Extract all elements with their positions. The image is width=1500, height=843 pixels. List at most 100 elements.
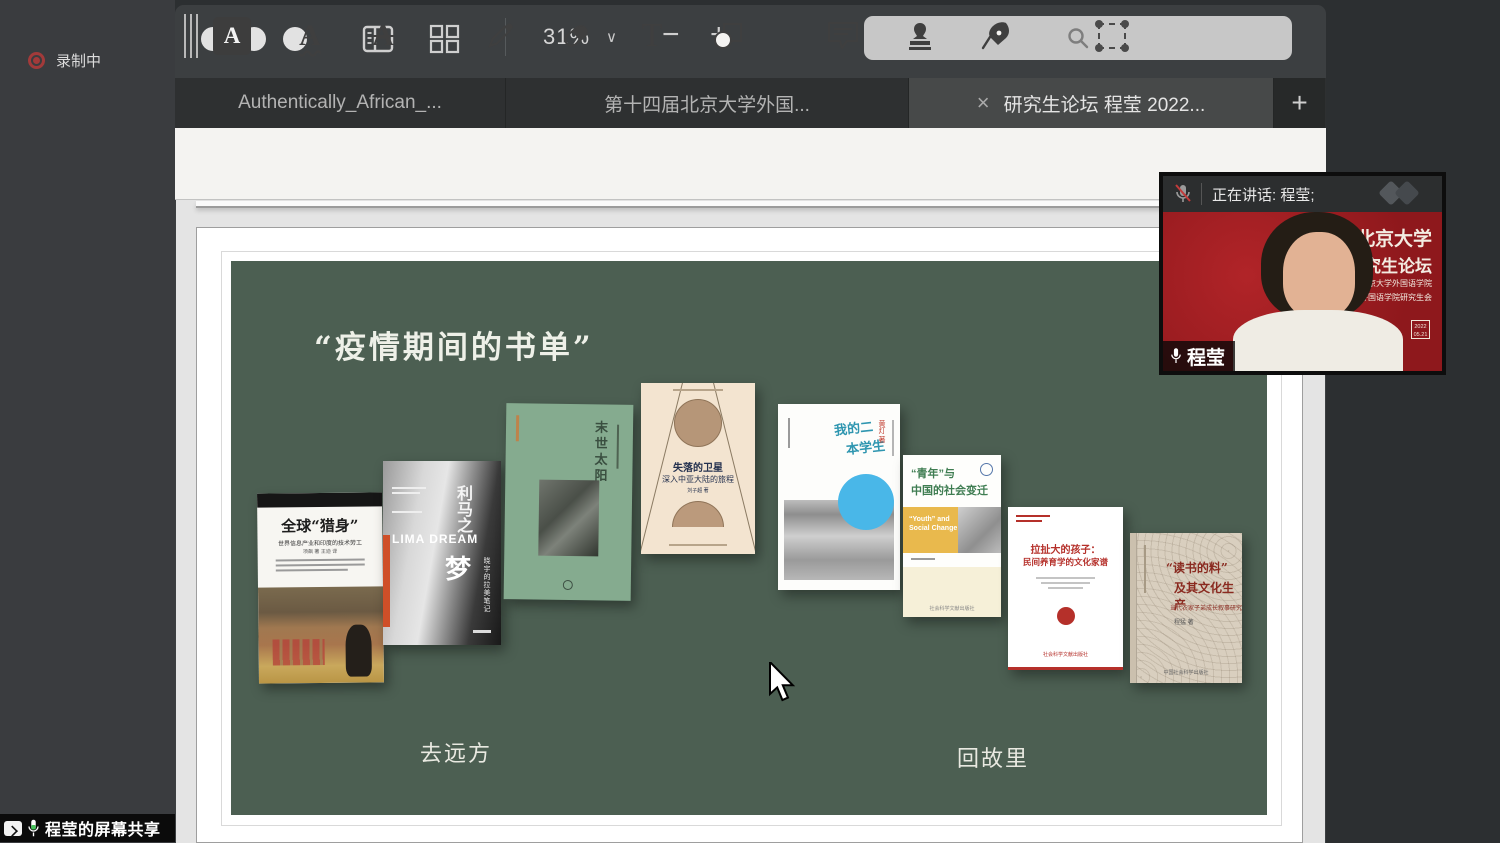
book-cover-material-for-study: “读书的料” 及其文化生产 当代农家子弟成长叙事研究 程猛 著 中国社会科学出版… — [1130, 533, 1242, 683]
book-english-title: LIMA DREAM — [392, 533, 478, 546]
stamp-button[interactable] — [898, 0, 942, 72]
cover-corner-mark — [516, 415, 519, 441]
publisher-logo — [562, 580, 572, 590]
new-tab-button[interactable]: + — [1274, 78, 1325, 128]
highlight-text-button[interactable]: A — [288, 0, 332, 72]
markup-toolbar — [175, 128, 1326, 200]
eraser-button[interactable] — [554, 0, 598, 72]
pen-nib-icon — [978, 19, 1014, 53]
book-cover-my-second-tier-students: 我的二 本学生 黄灯 著 — [778, 404, 900, 590]
eraser-icon — [559, 20, 593, 52]
screen-share-label: 程莹的屏幕共享 — [45, 816, 161, 840]
sketch-button[interactable] — [478, 0, 522, 72]
tab-graduate-forum-active[interactable]: × 研究生论坛 程莹 2022... — [909, 78, 1274, 128]
zoom-dropdown-chevron-icon[interactable]: ∨ — [606, 28, 617, 46]
book-cover-children-brought-up: 拉扯大的孩子： 民间养育学的文化家谱 社会科学文献出版社 — [1008, 507, 1123, 670]
overlay-titlebar: 正在讲话: 程莹; — [1163, 176, 1442, 212]
video-bg-text: 外国语学院研究生会 — [1360, 292, 1432, 303]
tab-close-icon[interactable]: × — [977, 90, 990, 116]
participant-face — [1283, 232, 1355, 318]
cover-red-stripe — [383, 535, 390, 627]
book-cover-youth-and-social-change: “青年”与 中国的社会变迁 “Youth” and Social Change … — [903, 455, 1001, 617]
cover-spine — [1130, 533, 1137, 683]
signature-button[interactable] — [974, 0, 1018, 72]
cover-photo — [958, 507, 1001, 553]
desktop-left-strip — [0, 0, 175, 843]
publisher-name: 中国社会科学出版社 — [1130, 669, 1242, 676]
book-cover-green-travelogue: 末世太阳 — [504, 403, 634, 601]
book-cover-lima-dream: LIMA DREAM 利马之 梦 晓宇的拉美笔记 — [383, 461, 501, 645]
overlay-divider — [1201, 183, 1202, 205]
publisher-logo — [980, 463, 993, 476]
cover-photo — [258, 586, 384, 683]
book-subtitle: 当代农家子弟成长叙事研究 — [1170, 603, 1242, 612]
mic-muted-icon — [1173, 183, 1193, 205]
book-title: 中国的社会变迁 — [911, 482, 988, 498]
shapes-icon — [711, 20, 747, 52]
book-title: “青年”与 — [911, 465, 955, 481]
book-title-char: 梦 — [445, 549, 471, 586]
tab-authentically-african[interactable]: Authentically_African_... — [175, 78, 506, 128]
cover-dome — [672, 501, 724, 527]
search-icon — [1066, 26, 1090, 50]
mic-icon — [1169, 347, 1183, 365]
book-byline: 程猛 著 — [1174, 617, 1194, 626]
book-title: 失落的卫星 — [641, 459, 755, 474]
speaking-label: 正在讲话: 程莹; — [1212, 184, 1315, 205]
recording-label: 录制中 — [56, 50, 101, 71]
book-byline: 项飙 著 王迪 译 — [258, 547, 383, 555]
highlight-a-icon: A — [299, 19, 321, 53]
thumbnail-view-button[interactable] — [428, 23, 462, 60]
recording-indicator: 录制中 — [28, 50, 101, 71]
book-byline: 刘子超 著 — [641, 487, 755, 494]
toolbar-drag-handle[interactable] — [178, 0, 204, 72]
tab-bar: Authentically_African_... 第十四届北京大学外国... … — [175, 78, 1326, 128]
text-style-icon: A — [213, 17, 251, 55]
book-title: 拉扯大的孩子： — [1008, 541, 1123, 556]
tab-pku-forum-doc[interactable]: 第十四届北京大学外国... — [506, 78, 909, 128]
text-tool-button[interactable]: T — [630, 0, 674, 72]
slide-title: “疫情期间的书单” — [314, 322, 594, 367]
cover-circle-top — [674, 399, 722, 447]
book-english-title: “Youth” and Social Change — [909, 515, 959, 533]
book-title: 利马之 — [451, 485, 475, 533]
book-title: “读书的料” — [1166, 559, 1228, 576]
shapes-button[interactable] — [707, 0, 751, 72]
text-tool-icon: T — [642, 17, 663, 55]
note-icon — [825, 19, 861, 53]
grid-icon — [428, 23, 462, 55]
group-label-travel: 去远方 — [420, 736, 492, 768]
strike-a-icon: A — [372, 19, 394, 53]
publisher-name: 社会科学文献出版社 — [903, 605, 1001, 612]
participant-video: 届北京大学 研究生论坛 北京大学外国语学院 外国语学院研究生会 2022 05.… — [1163, 212, 1442, 371]
book-title: 民间养育学的文化家谱 — [1008, 556, 1123, 568]
book-subtitle: 深入中亚大陆的旅程 — [641, 474, 755, 485]
book-subtitle: 世界信息产业和印度的技术劳工 — [257, 537, 382, 547]
meeting-app-logo-icon — [1382, 184, 1428, 206]
cover-blue-circle — [838, 474, 894, 530]
strikethrough-text-button[interactable]: A — [361, 0, 405, 72]
screen-share-icon — [4, 821, 22, 836]
selection-button[interactable] — [1090, 0, 1134, 72]
previous-page-edge — [196, 201, 1303, 208]
selection-icon — [1098, 23, 1126, 49]
book-title-block: 失落的卫星 深入中亚大陆的旅程 刘子超 著 — [641, 459, 755, 494]
book-byline: 黄灯 著 — [876, 420, 886, 443]
book-title: 全球“猎身” — [257, 514, 382, 536]
note-button[interactable] — [821, 0, 865, 72]
participant-body — [1233, 310, 1403, 371]
cover-header-band — [257, 492, 382, 507]
mic-level-icon — [26, 818, 41, 838]
book-title: 我的二 — [833, 416, 874, 439]
book-cover-lost-satellite: 失落的卫星 深入中亚大陆的旅程 刘子超 著 — [641, 383, 755, 554]
cover-red-seal — [1057, 607, 1075, 625]
video-overlay[interactable]: 正在讲话: 程莹; 届北京大学 研究生论坛 北京大学外国语学院 外国语学院研究生… — [1159, 172, 1446, 375]
book-cover-global-body-shopping: 全球“猎身” 世界信息产业和印度的技术劳工 项飙 著 王迪 译 — [257, 492, 384, 683]
record-icon — [28, 52, 45, 69]
text-style-button[interactable]: A — [210, 0, 254, 72]
book-title: 末世太阳 — [589, 420, 609, 484]
publisher-name: 社会科学文献出版社 — [1008, 651, 1123, 658]
cover-photo — [538, 480, 599, 557]
cover-yellow-band: “Youth” and Social Change — [903, 507, 1001, 553]
participant-name-tag: 程莹 — [1163, 341, 1235, 371]
